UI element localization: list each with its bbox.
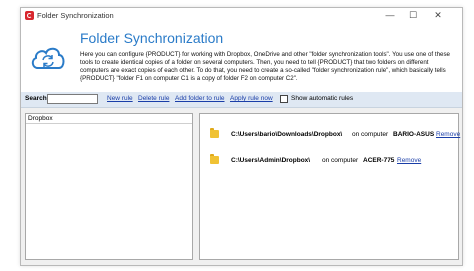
search-input[interactable]	[47, 94, 98, 104]
folder-icon	[210, 128, 219, 138]
minimize-button[interactable]: —	[379, 9, 401, 22]
rules-list[interactable]: Dropbox	[25, 113, 193, 260]
search-label: Search	[25, 95, 47, 102]
delete-rule-link[interactable]: Delete rule	[138, 95, 169, 102]
maximize-button[interactable]: ☐	[402, 9, 424, 22]
page-title: Folder Synchronization	[80, 30, 224, 46]
folder-icon	[210, 154, 219, 164]
window-title: Folder Synchronization	[37, 11, 114, 20]
computer-name: BARIO-ASUS	[393, 131, 435, 138]
close-button[interactable]: ✕	[427, 9, 449, 22]
computer-name: ACER-775	[363, 157, 395, 164]
remove-folder-link[interactable]: Remove	[397, 157, 421, 164]
on-computer-label: on computer	[352, 131, 389, 138]
show-automatic-rules-label: Show automatic rules	[291, 95, 354, 102]
toolbar: Search New rule Delete rule Add folder t…	[21, 92, 462, 108]
folder-row: C:\Users\bario\Downloads\Dropbox\ on com…	[210, 128, 460, 142]
on-computer-label: on computer	[322, 157, 359, 164]
folder-sync-window: Folder Synchronization — ☐ ✕ Folder Sync…	[20, 7, 463, 266]
apply-rule-now-link[interactable]: Apply rule now	[230, 95, 273, 102]
folder-row: C:\Users\Admin\Dropbox\ on computer ACER…	[210, 154, 450, 168]
folder-path: C:\Users\Admin\Dropbox\	[231, 157, 311, 164]
rule-folders-panel: C:\Users\bario\Downloads\Dropbox\ on com…	[199, 113, 460, 260]
title-bar: Folder Synchronization — ☐ ✕	[21, 8, 462, 24]
app-logo-icon	[25, 11, 34, 20]
remove-folder-link[interactable]: Remove	[436, 131, 460, 138]
sync-cloud-icon	[31, 47, 65, 69]
rules-list-header: Dropbox	[26, 114, 192, 124]
new-rule-link[interactable]: New rule	[107, 95, 133, 102]
show-automatic-rules-checkbox[interactable]	[280, 95, 288, 103]
folder-path: C:\Users\bario\Downloads\Dropbox\	[231, 131, 343, 138]
header-panel: Folder Synchronization Here you can conf…	[21, 24, 462, 93]
page-description: Here you can configure {PRODUCT} for wor…	[80, 51, 450, 82]
add-folder-to-rule-link[interactable]: Add folder to rule	[175, 95, 225, 102]
